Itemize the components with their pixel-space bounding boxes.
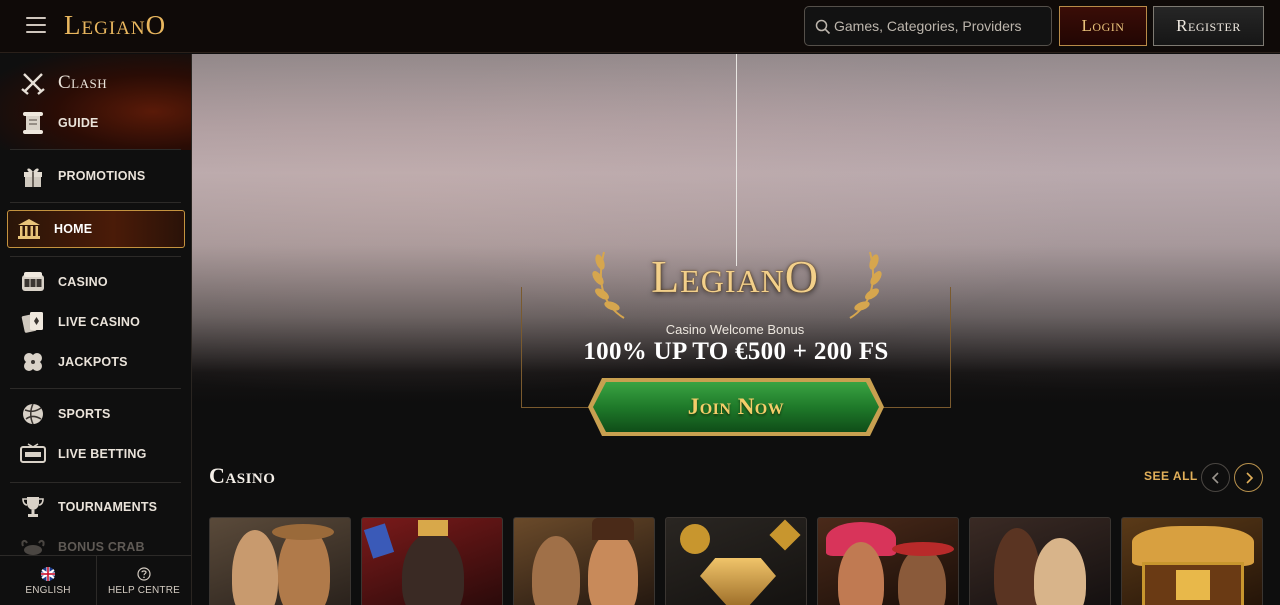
sidebar-item-live-betting[interactable]: LIVE BETTING — [12, 437, 182, 471]
search-icon — [815, 19, 831, 35]
character-figure — [898, 548, 946, 605]
hero-subtitle: Casino Welcome Bonus — [665, 322, 805, 337]
help-centre-label: HELP CENTRE — [107, 584, 181, 596]
search-box[interactable] — [804, 6, 1052, 46]
divider — [10, 482, 181, 483]
language-label: ENGLISH — [25, 584, 71, 596]
sidebar-item-label: TOURNAMENTS — [58, 500, 158, 514]
trophy-icon — [20, 494, 46, 520]
sombrero-shape — [892, 542, 954, 556]
game-card-amazon-explorers[interactable] — [209, 517, 351, 605]
playing-cards-icon — [20, 309, 46, 335]
top-header: LegianO Login Register — [0, 0, 1280, 53]
join-now-button[interactable]: Join Now — [586, 377, 886, 437]
sidebar-footer: ENGLISH HELP CENTRE — [0, 555, 191, 605]
character-figure — [588, 532, 638, 605]
chevron-left-icon — [1211, 471, 1219, 484]
chest-emblem-shape — [1176, 570, 1210, 600]
hero-bonus-text: 100% UP TO €500 + 200 FS — [583, 338, 889, 365]
sidebar-item-casino[interactable]: CASINO — [12, 265, 182, 299]
join-now-label: Join Now — [687, 394, 785, 419]
section-title-casino: Casino — [209, 463, 276, 488]
divider — [10, 149, 181, 150]
diamond-shape — [700, 558, 776, 605]
sidebar-item-clash[interactable]: Clash — [12, 66, 182, 100]
sidebar-item-sports[interactable]: SPORTS — [12, 397, 182, 431]
live-screen-icon — [20, 441, 46, 467]
sidebar-item-label: LIVE BETTING — [58, 447, 147, 461]
game-card-treasure-chest[interactable] — [1121, 517, 1263, 605]
character-figure — [994, 528, 1040, 605]
coins-pile-shape — [1132, 526, 1254, 566]
divider — [10, 202, 181, 203]
sports-ball-icon — [20, 401, 46, 427]
sidebar-item-label: SPORTS — [58, 407, 111, 421]
temple-icon — [16, 216, 42, 242]
sidebar-item-label: GUIDE — [58, 116, 99, 130]
sidebar-item-label: JACKPOTS — [58, 355, 128, 369]
crown-shape — [418, 520, 448, 536]
sidebar-item-jackpots[interactable]: JACKPOTS — [12, 345, 182, 379]
gem-shape — [769, 519, 801, 551]
character-figure — [1034, 538, 1086, 605]
sidebar-item-tournaments[interactable]: TOURNAMENTS — [12, 490, 182, 524]
sidebar-item-label: PROMOTIONS — [58, 169, 146, 183]
sidebar: Clash GUIDE PROMOTIONS HOME CASINO LIVE … — [0, 54, 192, 605]
see-all-link[interactable]: SEE ALL — [1144, 469, 1198, 483]
card-shape — [363, 523, 395, 559]
slot-machine-icon — [20, 269, 46, 295]
hero-banner: LegianO Casino Welcome Bonus 100% UP TO … — [192, 54, 1280, 452]
sidebar-item-label: CASINO — [58, 275, 108, 289]
language-selector[interactable]: ENGLISH — [0, 556, 96, 605]
game-card-king-throne[interactable] — [361, 517, 503, 605]
uk-flag-icon — [41, 566, 55, 581]
game-card-glamour-ladies[interactable] — [969, 517, 1111, 605]
sidebar-item-label: Clash — [58, 72, 108, 93]
hamburger-menu-icon[interactable] — [26, 17, 46, 35]
coin-shape — [680, 524, 710, 554]
character-figure — [232, 530, 278, 605]
clover-icon — [20, 349, 46, 375]
game-card-pirate-bandits[interactable] — [513, 517, 655, 605]
login-button[interactable]: Login — [1059, 6, 1147, 46]
search-input[interactable] — [833, 7, 1048, 45]
sidebar-item-home[interactable]: HOME — [7, 210, 185, 248]
character-figure — [532, 536, 580, 605]
hero-logo: LegianO — [651, 251, 819, 302]
hat-shape — [272, 524, 334, 540]
sidebar-item-label: HOME — [54, 222, 93, 236]
chevron-right-icon — [1245, 471, 1253, 484]
help-question-icon — [137, 566, 151, 581]
divider — [10, 388, 181, 389]
sidebar-item-promotions[interactable]: PROMOTIONS — [12, 159, 182, 193]
register-button[interactable]: Register — [1153, 6, 1264, 46]
gift-icon — [20, 163, 46, 189]
hat-shape — [592, 518, 634, 540]
sidebar-item-live-casino[interactable]: LIVE CASINO — [12, 305, 182, 339]
crossed-swords-icon — [20, 70, 46, 96]
scroll-icon — [20, 110, 46, 136]
sidebar-item-guide[interactable]: GUIDE — [12, 106, 182, 140]
help-centre-link[interactable]: HELP CENTRE — [97, 556, 191, 605]
game-card-aztec-fiesta[interactable] — [817, 517, 959, 605]
divider — [10, 256, 181, 257]
brand-logo[interactable]: LegianO — [64, 10, 166, 41]
sidebar-item-label: BONUS CRAB — [58, 540, 145, 554]
sidebar-item-label: LIVE CASINO — [58, 315, 141, 329]
character-figure — [402, 532, 464, 605]
game-card-golden-diamond[interactable] — [665, 517, 807, 605]
hero-divider-line — [736, 54, 737, 266]
carousel-next-button[interactable] — [1234, 463, 1263, 492]
carousel-prev-button[interactable] — [1201, 463, 1230, 492]
